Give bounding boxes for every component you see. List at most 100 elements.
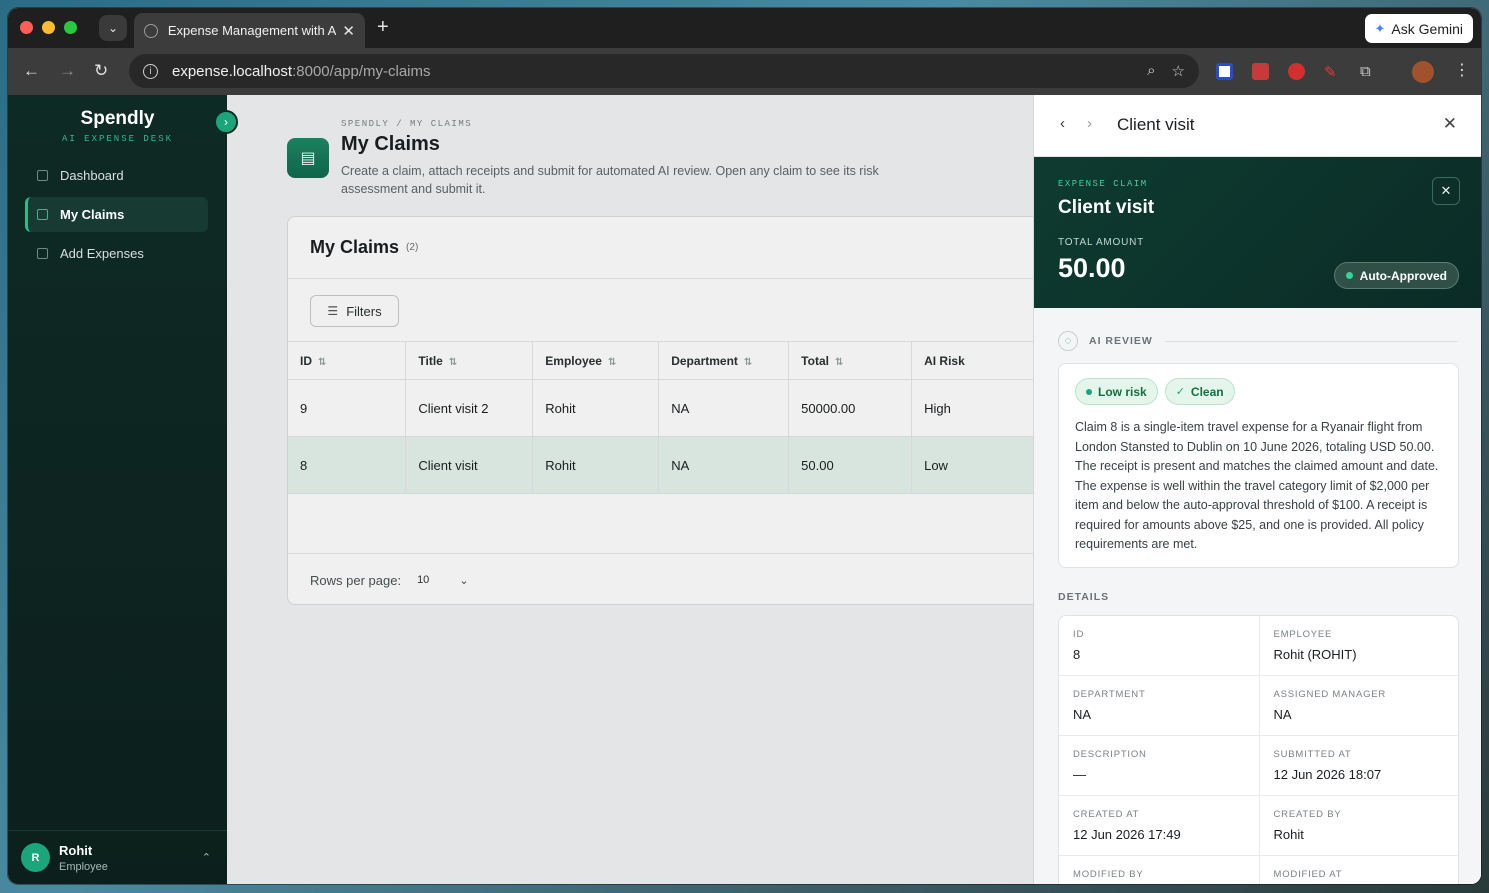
puzzle-icon[interactable]: ⧉ [1360,63,1377,80]
sort-icon[interactable]: ⇅ [318,357,326,368]
detail-key: ID [1073,629,1085,640]
profile-avatar[interactable] [1412,61,1434,83]
detail-department: DEPARTMENT NA [1059,676,1259,735]
extension-icon[interactable] [1288,63,1305,80]
details-row: CREATED AT 12 Jun 2026 17:49 CREATED BY Ro… [1059,796,1458,856]
cell-employee: Rohit [532,379,660,437]
claims-count: (2) [406,242,419,253]
claim-title: Client visit [1058,197,1155,218]
address-bar[interactable]: i expense.localhost :8000/app/my-claims … [129,54,1199,88]
sidebar-item-add-expenses[interactable]: Add Expenses [25,236,208,271]
table-row[interactable]: 8 Client visit Rohit NA 50.00 Low [288,436,1046,494]
zoom-icon[interactable]: ⌕ [1147,62,1155,80]
detail-assigned-manager: ASSIGNED MANAGER NA [1258,676,1459,735]
app-root: Spendly AI EXPENSE DESK › Dashboard My C… [8,95,1481,884]
forward-arrow-icon[interactable]: → [59,61,76,81]
url-path: :8000/app/my-claims [292,62,431,80]
back-arrow-icon[interactable]: ← [23,61,40,81]
sort-icon[interactable]: ⇅ [835,357,843,368]
cell-ai-risk: Low [911,436,1046,494]
column-label: Total [801,353,829,368]
sort-icon[interactable]: ⇅ [449,357,457,368]
detail-created-by: CREATED BY Rohit [1258,796,1459,855]
status-badge: Auto-Approved [1333,262,1459,289]
close-icon[interactable]: ✕ [1432,177,1460,205]
ask-gemini-button[interactable]: ✦ Ask Gemini [1364,14,1473,43]
tab-search-button[interactable]: ⌄ [99,15,127,41]
chevron-down-icon[interactable]: ⌄ [459,574,468,587]
filters-label: Filters [346,303,382,319]
close-icon[interactable]: ✕ [1443,114,1457,134]
reload-icon[interactable]: ↻ [94,61,108,81]
detail-description: DESCRIPTION — [1059,736,1259,795]
maximize-window-button[interactable] [64,21,77,34]
user-menu[interactable]: R Rohit Employee ⌃ [8,830,227,884]
brand: Spendly AI EXPENSE DESK [8,108,227,144]
column-header-ai-risk[interactable]: AI Risk [911,341,1046,380]
sidebar-item-my-claims[interactable]: My Claims [25,197,208,232]
user-name: Rohit [59,842,93,858]
drawer-header: ‹ › Client visit ✕ [1034,95,1481,157]
column-label: Title [418,353,443,368]
table-row[interactable]: 9 Client visit 2 Rohit NA 50000.00 High [288,379,1046,437]
tab-title: Expense Management with AI [167,23,337,38]
detail-value: Rohit (ROHIT) [1273,647,1357,662]
cell-title: Client visit 2 [405,379,534,437]
minimize-window-button[interactable] [42,21,55,34]
sidebar-item-label: Add Expenses [60,246,144,261]
cell-total: 50.00 [788,436,913,494]
column-header-employee[interactable]: Employee ⇅ [532,341,660,380]
column-header-total[interactable]: Total ⇅ [788,341,913,380]
sidebar-item-dashboard[interactable]: Dashboard [25,158,208,193]
rows-per-page-label: Rows per page: [310,572,402,588]
ai-sparkle-icon: ◌ [1058,331,1078,351]
document-icon [37,209,48,220]
page-description: Create a claim, attach receipts and subm… [341,164,879,196]
browser-tab[interactable]: Expense Management with AI ✕ [134,13,365,48]
detail-submitted-at: SUBMITTED AT 12 Jun 2026 18:07 [1258,736,1459,795]
breadcrumb: SPENDLY / MY CLAIMS [341,119,473,129]
bookmark-star-icon[interactable]: ☆ [1172,62,1185,80]
brand-name: Spendly [80,108,155,129]
detail-created-at: CREATED AT 12 Jun 2026 17:49 [1059,796,1259,855]
column-header-department[interactable]: Department ⇅ [658,341,790,380]
table-header-row: ID ⇅ Title ⇅ Employee ⇅ Department ⇅ Total ⇅ … [288,341,1046,380]
gemini-icon: ✦ [1374,20,1386,36]
filters-button[interactable]: ☰ Filters [310,295,399,327]
chevron-right-icon: › [224,115,228,129]
detail-key: SUBMITTED AT [1273,749,1352,760]
details-row: DESCRIPTION — SUBMITTED AT 12 Jun 2026 18:… [1059,736,1458,796]
close-icon[interactable]: ✕ [342,22,355,40]
detail-value: 8 [1073,647,1081,662]
details-row: ID 8 EMPLOYEE Rohit (ROHIT) [1059,616,1458,676]
close-window-button[interactable] [20,21,33,34]
more-vert-icon[interactable]: ⋮ [1454,60,1470,80]
claim-kicker: EXPENSE CLAIM [1058,179,1148,189]
detail-key: CREATED AT [1073,809,1140,820]
sidebar-toggle-button[interactable]: › [214,110,238,134]
rows-per-page-select[interactable]: 10 [417,574,429,586]
column-label: AI Risk [924,353,965,368]
cell-id: 8 [288,436,407,494]
detail-key: EMPLOYEE [1273,629,1333,640]
column-header-id[interactable]: ID ⇅ [288,341,407,380]
claims-card-header: My Claims (2) [288,217,1046,279]
info-icon[interactable]: i [143,63,158,79]
extension-icon[interactable] [1216,63,1233,80]
sort-icon[interactable]: ⇅ [608,357,616,368]
column-header-title[interactable]: Title ⇅ [405,341,534,380]
claims-card: My Claims (2) ☰ Filters ID ⇅ Title ⇅ Emplo… [287,216,1047,605]
column-label: ID [300,353,312,368]
brand-subtitle: AI EXPENSE DESK [61,134,173,144]
chevron-right-icon[interactable]: › [1087,115,1092,132]
sort-icon[interactable]: ⇅ [744,357,752,368]
new-tab-button[interactable]: + [377,16,389,39]
chevron-left-icon[interactable]: ‹ [1060,115,1065,132]
detail-modified-at: MODIFIED AT [1258,856,1459,884]
extension-icon[interactable] [1252,63,1269,80]
detail-modified-by: MODIFIED BY [1059,856,1259,884]
extension-icon[interactable]: ✎ [1324,63,1341,81]
ai-review-heading: ◌ AI REVIEW [1058,331,1458,351]
divider [1164,340,1458,342]
browser-window: ⌄ Expense Management with AI ✕ + ✦ Ask G… [8,8,1481,884]
